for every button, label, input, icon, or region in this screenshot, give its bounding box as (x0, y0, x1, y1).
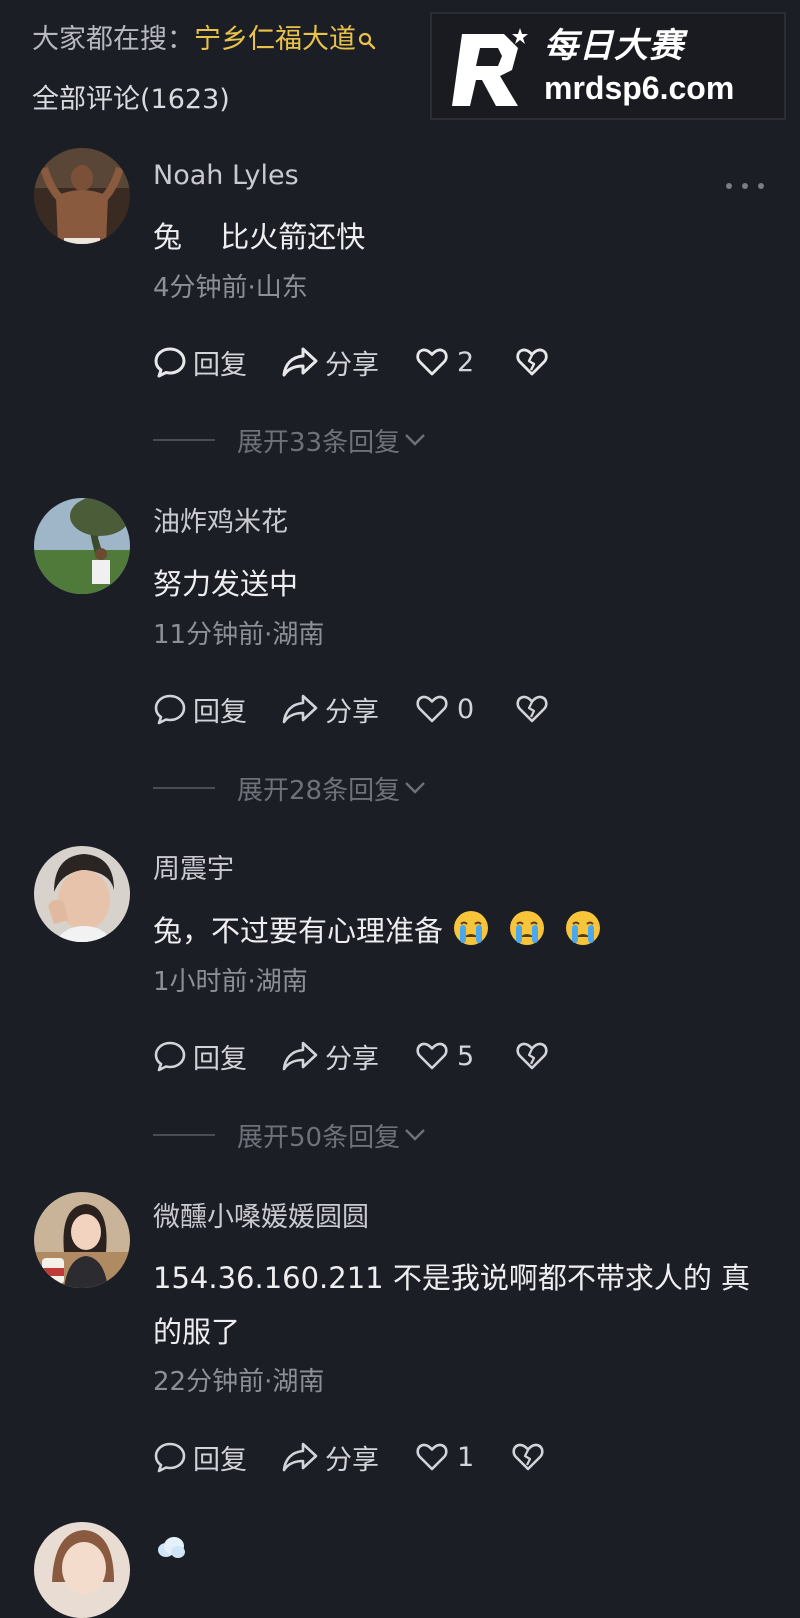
comment-meta: 1小时前·湖南 (153, 967, 308, 997)
comment-username[interactable]: Noah Lyles (153, 158, 299, 194)
chevron-down-icon (405, 1129, 425, 1141)
share-label: 分享 (325, 1043, 379, 1075)
comment-text: 努力发送中 (153, 567, 299, 601)
comment-text: 兔，不过要有心理准备 (153, 904, 773, 958)
search-icon (358, 22, 376, 50)
dislike-button[interactable] (515, 342, 549, 382)
dislike-button[interactable] (515, 1036, 549, 1076)
dot-icon (758, 183, 764, 189)
divider (153, 787, 215, 789)
comment-username[interactable]: 周震宇 (153, 852, 234, 888)
share-label: 分享 (325, 349, 379, 381)
share-label: 分享 (325, 696, 379, 728)
reply-icon (154, 1442, 186, 1473)
search-suggestion[interactable]: 大家都在搜：宁乡仁福大道 (32, 20, 376, 60)
expand-replies-label: 展开28条回复 (237, 775, 401, 806)
share-icon (282, 1041, 318, 1071)
more-options-button[interactable] (726, 176, 764, 196)
like-button[interactable]: 1 (415, 1437, 511, 1477)
divider (153, 1134, 215, 1136)
crying-face-icon (510, 911, 545, 945)
chevron-down-icon (405, 782, 425, 794)
comment-meta: 11分钟前·湖南 (153, 620, 325, 650)
reply-label: 回复 (193, 1043, 247, 1075)
watermark-banner: 每日大赛 mrdsp6.com (430, 12, 786, 120)
dislike-button[interactable] (511, 1437, 545, 1477)
broken-heart-icon (512, 1443, 544, 1471)
brand-logo-icon (452, 28, 528, 106)
comment-actions: 回复 分享 5 (153, 1036, 549, 1076)
comment-count: 全部评论(1623) (32, 84, 230, 115)
expand-replies-button[interactable]: 展开50条回复 (153, 1117, 426, 1153)
like-button[interactable]: 2 (415, 342, 515, 382)
like-button[interactable]: 5 (415, 1036, 515, 1076)
dot-icon (742, 183, 748, 189)
comment-text: 兔 比火箭还快 (153, 220, 366, 254)
comment-username[interactable]: 微醺小嗓媛媛圆圆 (153, 1200, 369, 1236)
expand-replies-button[interactable]: 展开33条回复 (153, 422, 426, 458)
broken-heart-icon (516, 1042, 548, 1070)
broken-heart-icon (516, 695, 548, 723)
avatar[interactable] (34, 1522, 130, 1618)
comment-actions: 回复 分享 1 (153, 1437, 545, 1477)
dislike-button[interactable] (515, 689, 549, 729)
heart-icon (416, 1443, 448, 1471)
share-icon (282, 694, 318, 724)
comment-meta: 22分钟前·湖南 (153, 1367, 325, 1397)
like-count: 5 (457, 1040, 475, 1072)
share-label: 分享 (325, 1444, 379, 1476)
avatar[interactable] (34, 846, 130, 942)
search-suggestion-keyword[interactable]: 宁乡仁福大道 (194, 24, 356, 55)
comment-actions: 回复 分享 2 (153, 342, 549, 382)
reply-icon (154, 1041, 186, 1072)
crying-face-icon (566, 911, 601, 945)
divider (153, 439, 215, 441)
reply-button[interactable]: 回复 (153, 342, 281, 382)
like-count: 1 (457, 1441, 475, 1473)
watermark-url: mrdsp6.com (544, 70, 735, 106)
watermark-title: 每日大赛 (544, 26, 684, 66)
expand-replies-label: 展开50条回复 (237, 1122, 401, 1153)
reply-button[interactable]: 回复 (153, 1437, 281, 1477)
reply-button[interactable]: 回复 (153, 689, 281, 729)
reply-label: 回复 (193, 696, 247, 728)
heart-icon (416, 695, 448, 723)
heart-icon (416, 348, 448, 376)
comment-username[interactable]: 油炸鸡米花 (153, 505, 288, 541)
share-button[interactable]: 分享 (281, 342, 415, 382)
dot-icon (726, 183, 732, 189)
like-count: 2 (457, 346, 475, 378)
share-button[interactable]: 分享 (281, 1437, 415, 1477)
avatar[interactable] (34, 498, 130, 594)
comment-text: 154.36.160.211 不是我说啊都不带求人的 真的服了 (153, 1261, 751, 1349)
heart-icon (416, 1042, 448, 1070)
reply-icon (154, 347, 186, 378)
share-icon (282, 347, 318, 377)
like-button[interactable]: 0 (415, 689, 515, 729)
broken-heart-icon (516, 348, 548, 376)
cloud-icon (158, 1537, 185, 1558)
comment-text-body: 兔，不过要有心理准备 (153, 914, 444, 948)
reply-label: 回复 (193, 1444, 247, 1476)
chevron-down-icon (405, 434, 425, 446)
share-button[interactable]: 分享 (281, 1036, 415, 1076)
crying-face-icon (454, 911, 489, 945)
reply-button[interactable]: 回复 (153, 1036, 281, 1076)
avatar[interactable] (34, 148, 130, 244)
like-count: 0 (457, 693, 475, 725)
comment-actions: 回复 分享 0 (153, 689, 549, 729)
reply-label: 回复 (193, 349, 247, 381)
reply-icon (154, 694, 186, 725)
share-icon (282, 1442, 318, 1472)
comment-meta: 4分钟前·山东 (153, 273, 308, 303)
avatar[interactable] (34, 1192, 130, 1288)
expand-replies-button[interactable]: 展开28条回复 (153, 770, 426, 806)
search-suggestion-prefix: 大家都在搜： (32, 24, 194, 55)
expand-replies-label: 展开33条回复 (237, 427, 401, 458)
share-button[interactable]: 分享 (281, 689, 415, 729)
